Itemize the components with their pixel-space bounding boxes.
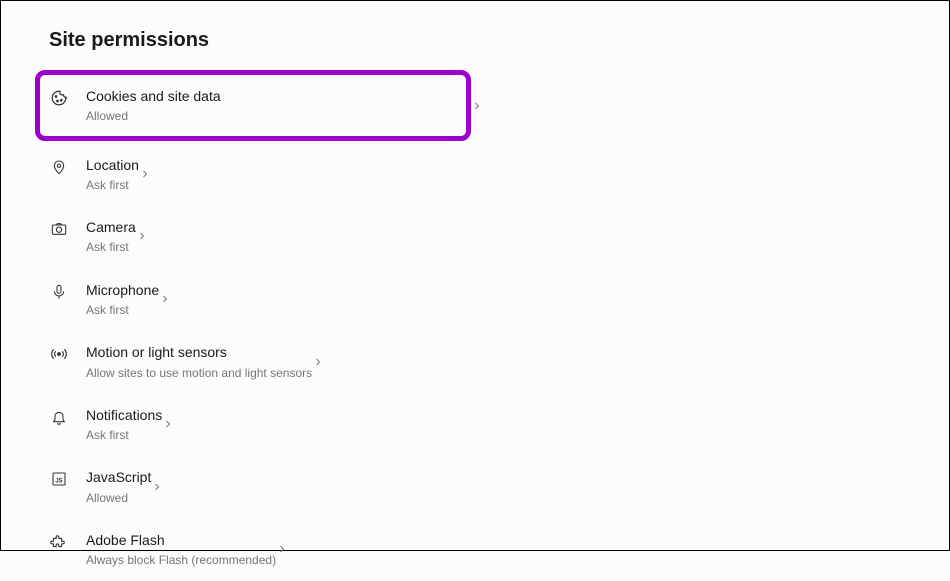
permission-subtitle: Ask first [86,178,139,192]
permission-title: Adobe Flash [86,531,276,549]
permission-item-camera[interactable]: Camera Ask first [49,205,136,268]
chevron-right-icon [151,481,225,493]
permission-item-location[interactable]: Location Ask first [49,143,139,206]
permission-title: Notifications [86,406,162,424]
location-icon [49,157,69,177]
permission-item-cookies[interactable]: Cookies and site data Allowed [35,70,471,141]
permission-subtitle: Allowed [86,491,151,505]
puzzle-icon [49,532,69,552]
permission-title: Microphone [86,281,159,299]
permission-item-notifications[interactable]: Notifications Ask first [49,393,162,456]
permission-list: Cookies and site data Allowed Location [49,70,925,581]
chevron-right-icon [159,293,233,305]
page-title: Site permissions [49,29,925,52]
camera-icon [49,219,69,239]
permission-subtitle: Ask first [86,428,162,442]
permission-subtitle: Allow sites to use motion and light sens… [86,366,312,380]
javascript-icon: JS [49,469,69,489]
permission-subtitle: Ask first [86,240,136,254]
permission-title: Cookies and site data [86,87,466,105]
permission-subtitle: Allowed [86,109,466,123]
cookie-icon [49,88,69,108]
permission-item-motion-sensors[interactable]: Motion or light sensors Allow sites to u… [49,330,312,393]
chevron-right-icon [471,100,545,112]
microphone-icon [49,282,69,302]
permission-item-flash[interactable]: Adobe Flash Always block Flash (recommen… [49,518,276,581]
permission-title: Motion or light sensors [86,343,312,361]
permission-item-javascript[interactable]: JS JavaScript Allowed [49,455,151,518]
bell-icon [49,407,69,427]
chevron-right-icon [162,418,236,430]
permission-subtitle: Always block Flash (recommended) [86,553,276,567]
svg-text:JS: JS [55,479,62,485]
permission-subtitle: Ask first [86,303,159,317]
sensor-icon [49,344,69,364]
chevron-right-icon [276,543,350,555]
permission-title: Location [86,156,139,174]
chevron-right-icon [136,230,210,242]
permission-title: JavaScript [86,468,151,486]
chevron-right-icon [139,168,213,180]
permission-item-microphone[interactable]: Microphone Ask first [49,268,159,331]
chevron-right-icon [312,356,386,368]
permission-title: Camera [86,218,136,236]
